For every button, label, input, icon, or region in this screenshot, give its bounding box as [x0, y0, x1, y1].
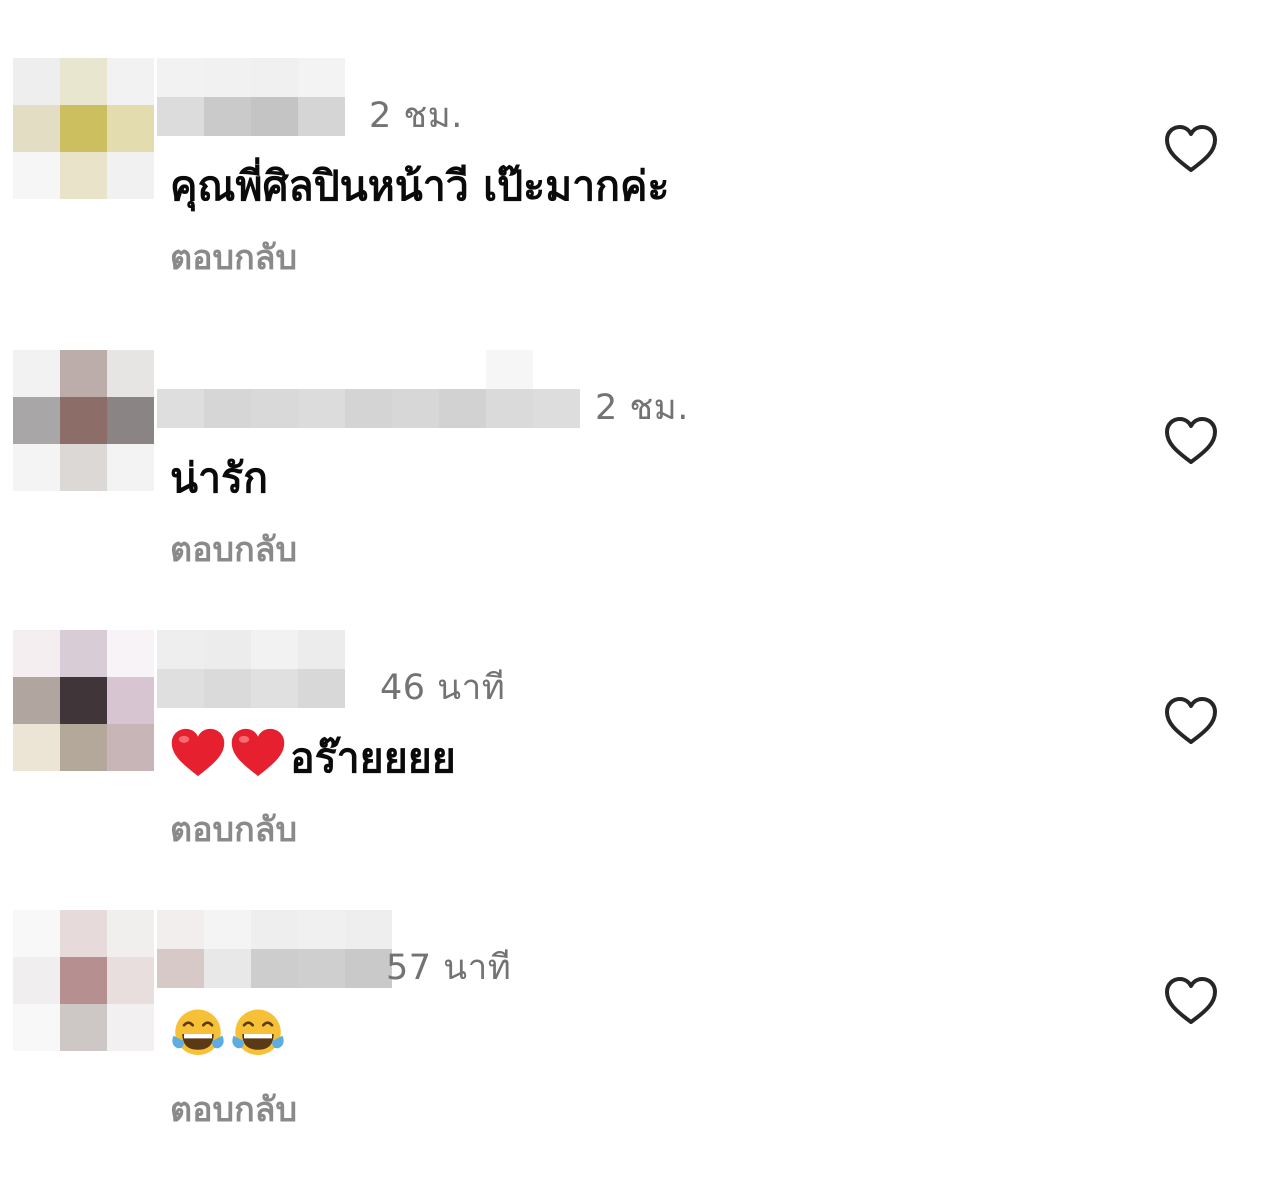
comment-body: คุณพี่ศิลปินหน้าวี เป๊ะมากค่ะ: [170, 154, 669, 219]
comment-item: 2 ชม. คุณพี่ศิลปินหน้าวี เป๊ะมากค่ะตอบกลั…: [0, 58, 1280, 341]
comment-text: คุณพี่ศิลปินหน้าวี เป๊ะมากค่ะ: [170, 162, 670, 210]
avatar[interactable]: [13, 58, 154, 199]
reply-button[interactable]: ตอบกลับ: [170, 802, 297, 856]
comment-item: 2 ชม. น่ารักตอบกลับ: [0, 350, 1280, 633]
comment-item: 46 นาทีอร๊ายยยยตอบกลับ: [0, 630, 1280, 913]
heart-outline-icon[interactable]: [1162, 122, 1220, 176]
red-heart-emoji-icon: [170, 727, 226, 790]
reply-button[interactable]: ตอบกลับ: [170, 522, 297, 576]
comment-timestamp: 46 นาที: [380, 668, 506, 708]
comment-body: น่ารัก: [170, 446, 268, 511]
reply-button[interactable]: ตอบกลับ: [170, 230, 297, 284]
comment-body: [170, 1006, 290, 1072]
comment-text: น่ารัก: [170, 454, 268, 502]
comment-text: อร๊ายยยย: [290, 734, 456, 782]
comment-body: อร๊ายยยย: [170, 726, 456, 791]
red-heart-emoji-icon: [230, 727, 286, 790]
tears-of-joy-emoji-icon: [230, 1006, 286, 1072]
avatar[interactable]: [13, 910, 154, 1051]
avatar[interactable]: [13, 630, 154, 771]
reply-button[interactable]: ตอบกลับ: [170, 1082, 297, 1136]
comment-timestamp: 2 ชม.: [595, 388, 689, 428]
username-redacted[interactable]: [157, 630, 345, 708]
username-redacted[interactable]: [157, 910, 392, 988]
username-redacted[interactable]: [157, 350, 580, 428]
heart-outline-icon[interactable]: [1162, 414, 1220, 468]
comment-timestamp: 57 นาที: [386, 948, 512, 988]
heart-outline-icon[interactable]: [1162, 694, 1220, 748]
comment-item: 57 นาทีตอบกลับ: [0, 910, 1280, 1193]
heart-outline-icon[interactable]: [1162, 974, 1220, 1028]
comment-timestamp: 2 ชม.: [369, 96, 463, 136]
username-redacted[interactable]: [157, 58, 345, 136]
avatar[interactable]: [13, 350, 154, 491]
tears-of-joy-emoji-icon: [170, 1006, 226, 1072]
